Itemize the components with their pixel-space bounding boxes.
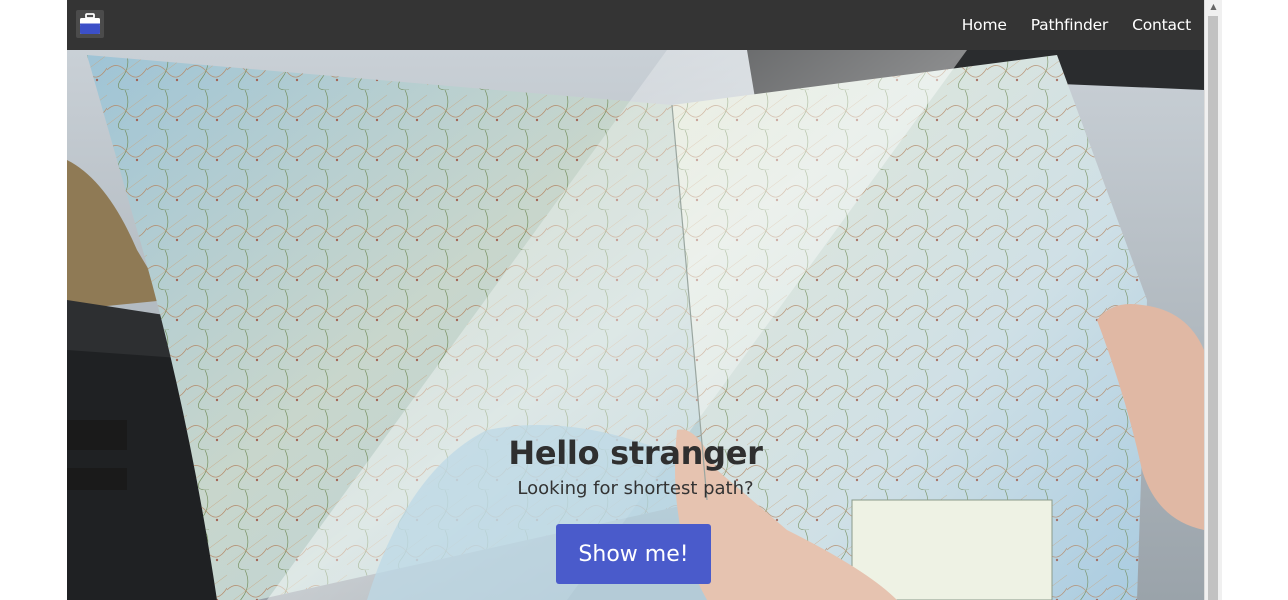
nav-contact[interactable]: Contact bbox=[1132, 16, 1191, 34]
brand-logo[interactable] bbox=[76, 10, 104, 38]
hero-title: Hello stranger bbox=[508, 434, 763, 472]
navbar: Home Pathfinder Contact bbox=[67, 0, 1204, 50]
hero-section: Hello stranger Looking for shortest path… bbox=[67, 50, 1204, 600]
nav-home[interactable]: Home bbox=[962, 16, 1007, 34]
page: Home Pathfinder Contact Hello stranger L… bbox=[67, 0, 1204, 600]
scroll-up-arrow-icon[interactable]: ▲ bbox=[1205, 0, 1222, 14]
vertical-scrollbar[interactable]: ▲ bbox=[1204, 0, 1222, 600]
hero-subtitle: Looking for shortest path? bbox=[517, 478, 754, 499]
nav-pathfinder[interactable]: Pathfinder bbox=[1031, 16, 1109, 34]
scroll-thumb[interactable] bbox=[1208, 16, 1218, 600]
briefcase-icon bbox=[80, 13, 100, 34]
hero-background-map-image bbox=[67, 50, 1204, 600]
nav-links: Home Pathfinder Contact bbox=[962, 0, 1191, 50]
show-me-button[interactable]: Show me! bbox=[556, 524, 711, 584]
